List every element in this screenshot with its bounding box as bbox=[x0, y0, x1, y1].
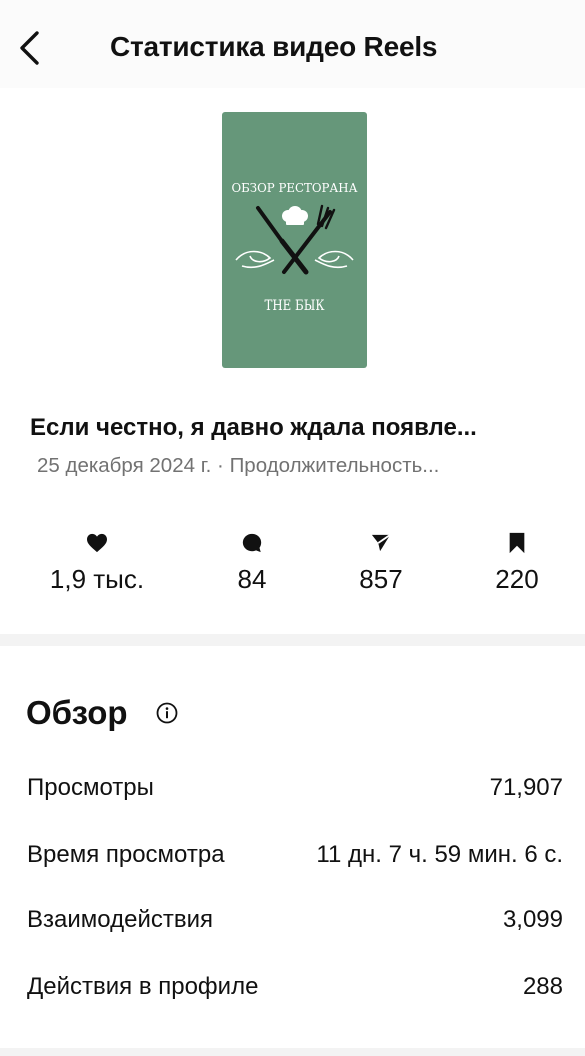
row-label: Действия в профиле bbox=[27, 973, 259, 1000]
row-label: Просмотры bbox=[27, 774, 154, 801]
page-title: Статистика видео Reels bbox=[110, 31, 438, 62]
reel-insights-screen: Статистика видео Reels ОБЗОР РЕСТОРАНА T… bbox=[0, 0, 585, 1056]
row-value: 3,099 bbox=[502, 906, 563, 933]
row-label: Время просмотра bbox=[27, 841, 225, 868]
overview-section: Обзор Просмотры 71,907 Время просмотра 1… bbox=[0, 646, 585, 1056]
thumbnail-title-text: ОБЗОР РЕСТОРАНА bbox=[232, 180, 358, 195]
share-icon bbox=[371, 534, 391, 552]
info-button[interactable] bbox=[156, 702, 178, 729]
comment-icon bbox=[242, 533, 262, 553]
views-row[interactable]: Просмотры 71,907 bbox=[27, 770, 563, 806]
chef-hat-icon bbox=[282, 206, 308, 225]
comments-count: 84 bbox=[237, 564, 267, 594]
likes-count: 1,9 тыс. bbox=[49, 564, 145, 594]
row-value: 288 bbox=[522, 973, 563, 1000]
heart-icon bbox=[87, 533, 107, 553]
row-value: 11 дн. 7 ч. 59 мин. 6 с. bbox=[316, 841, 563, 868]
reel-meta: 25 декабря 2024 г. · Продолжительность..… bbox=[37, 454, 440, 477]
reel-caption: Если честно, я давно ждала появле... bbox=[30, 414, 477, 441]
reel-thumbnail[interactable]: ОБЗОР РЕСТОРАНА THE БЫК bbox=[222, 112, 367, 368]
saves-count: 220 bbox=[495, 564, 539, 594]
shares-count: 857 bbox=[359, 564, 403, 594]
comments-stat: 84 bbox=[187, 528, 317, 595]
thumbnail-artwork: ОБЗОР РЕСТОРАНА THE БЫК bbox=[232, 180, 358, 314]
watch-time-row[interactable]: Время просмотра 11 дн. 7 ч. 59 мин. 6 с. bbox=[27, 837, 563, 873]
info-icon[interactable] bbox=[156, 702, 178, 724]
shares-stat: 857 bbox=[316, 528, 446, 595]
likes-stat: 1,9 тыс. bbox=[32, 528, 162, 595]
interactions-row[interactable]: Взаимодействия 3,099 bbox=[27, 902, 563, 938]
section-divider bbox=[0, 634, 585, 646]
header-bar: Статистика видео Reels bbox=[0, 0, 585, 88]
profile-actions-row[interactable]: Действия в профиле 288 bbox=[27, 969, 563, 1005]
thumbnail-subtitle-text: THE БЫК bbox=[265, 298, 325, 314]
row-value: 71,907 bbox=[489, 774, 563, 801]
bookmark-icon bbox=[509, 532, 525, 554]
reel-summary: ОБЗОР РЕСТОРАНА THE БЫК Если честно, я д… bbox=[0, 88, 585, 634]
saves-stat: 220 bbox=[452, 528, 582, 595]
row-label: Взаимодействия bbox=[27, 906, 213, 933]
overview-title: Обзор bbox=[26, 694, 128, 731]
back-button[interactable] bbox=[10, 26, 50, 70]
bottom-divider bbox=[0, 1048, 585, 1056]
chevron-left-icon[interactable] bbox=[17, 30, 43, 66]
